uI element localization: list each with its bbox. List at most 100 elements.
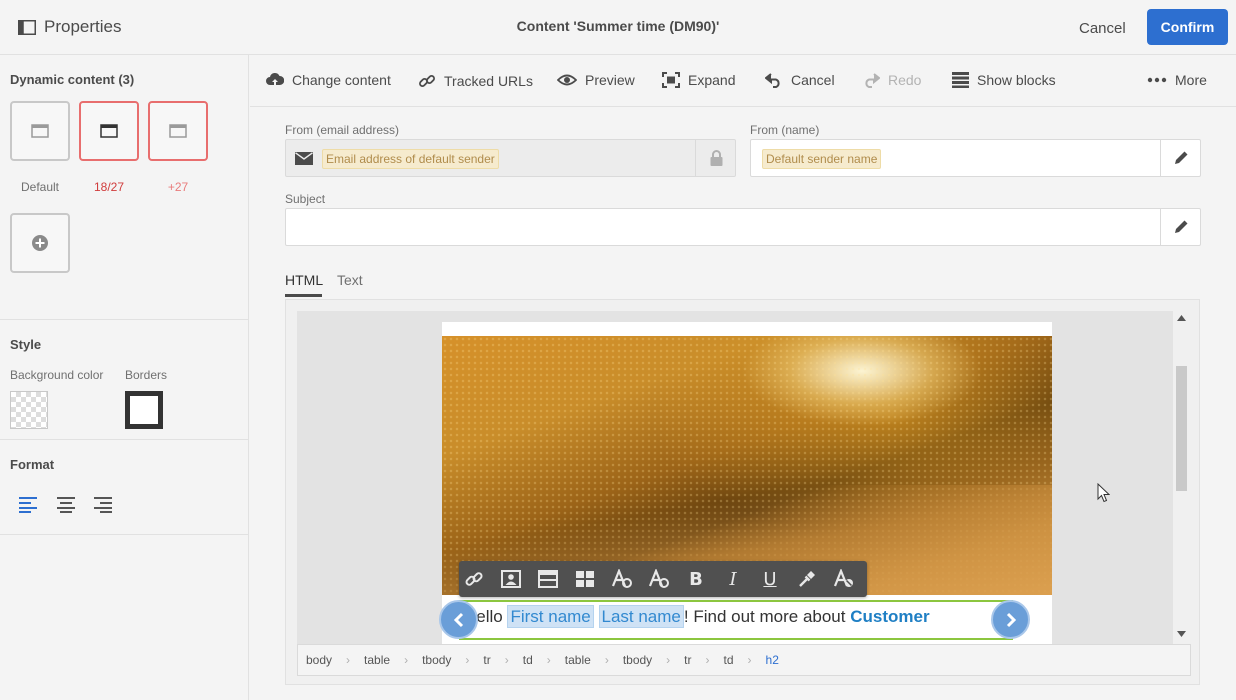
underline-icon[interactable]: U — [758, 568, 782, 590]
font-color-icon[interactable] — [610, 568, 634, 590]
breadcrumb-item[interactable]: tr — [483, 653, 490, 667]
font-style-icon[interactable] — [647, 568, 671, 590]
expand-icon — [662, 72, 680, 88]
breadcrumb-item[interactable]: tr — [684, 653, 691, 667]
variant-label: Default — [20, 180, 60, 194]
breadcrumb-separator: › — [504, 653, 509, 667]
from-email-label: From (email address) — [285, 123, 400, 137]
bold-icon[interactable]: B — [684, 568, 708, 590]
variant-default[interactable] — [10, 101, 70, 161]
properties-panel: Dynamic content (3) Default 18/27 +27 St… — [0, 55, 249, 700]
personalization-last-name[interactable]: Last name — [598, 605, 684, 628]
breadcrumb-separator: › — [346, 653, 351, 667]
eyedropper-icon[interactable] — [795, 568, 819, 590]
link-icon — [419, 75, 435, 87]
variant-2[interactable] — [148, 101, 208, 161]
breadcrumb-item[interactable]: td — [724, 653, 734, 667]
toolbar-label: More — [1175, 72, 1207, 88]
edit-subject-button[interactable] — [1161, 209, 1201, 245]
from-email-placeholder: Email address of default sender — [322, 149, 499, 169]
borders-swatch[interactable] — [125, 391, 163, 429]
add-variant-button[interactable] — [10, 213, 70, 273]
from-name-label: From (name) — [750, 123, 820, 137]
tab-text[interactable]: Text — [337, 272, 363, 288]
personalization-first-name[interactable]: First name — [507, 605, 594, 628]
pencil-icon — [1175, 220, 1188, 233]
image-icon[interactable] — [499, 568, 523, 590]
clear-format-icon[interactable] — [832, 568, 856, 590]
background-color-swatch[interactable] — [10, 391, 48, 429]
subject-field[interactable] — [285, 208, 1201, 246]
background-color-label: Background color — [10, 368, 104, 382]
tab-html[interactable]: HTML — [285, 272, 323, 288]
window-title: Content 'Summer time (DM90)' — [516, 18, 720, 34]
from-name-placeholder: Default sender name — [762, 149, 882, 169]
table-icon[interactable] — [536, 568, 560, 590]
scroll-down-icon[interactable] — [1177, 631, 1186, 637]
plus-circle-icon — [32, 235, 48, 251]
preview-button[interactable]: Preview — [557, 72, 635, 88]
undo-icon — [765, 73, 780, 88]
more-button[interactable]: More — [1147, 72, 1207, 88]
breadcrumb-item[interactable]: tbody — [422, 653, 451, 667]
show-blocks-button[interactable]: Show blocks — [952, 72, 1056, 88]
redo-icon — [865, 73, 880, 88]
align-left-icon[interactable] — [19, 495, 39, 513]
breadcrumb-item[interactable]: td — [523, 653, 533, 667]
toolbar-label: Cancel — [791, 72, 835, 88]
confirm-button[interactable]: Confirm — [1147, 9, 1228, 45]
cloud-upload-icon — [266, 72, 284, 86]
breadcrumb-item-current[interactable]: h2 — [766, 653, 779, 667]
toolbar-label: Tracked URLs — [444, 73, 533, 89]
cancel-button[interactable]: Cancel — [1079, 20, 1126, 37]
heading-text[interactable]: Hello First name Last name! Find out mor… — [464, 605, 930, 628]
grid-icon[interactable] — [573, 568, 597, 590]
borders-label: Borders — [125, 368, 168, 382]
toolbar-label: Show blocks — [977, 72, 1056, 88]
breadcrumb-item[interactable]: tbody — [623, 653, 652, 667]
from-name-field[interactable]: Default sender name — [750, 139, 1201, 177]
content-block-icon — [100, 124, 118, 138]
breadcrumb-separator: › — [705, 653, 710, 667]
dynamic-content-title: Dynamic content (3) — [10, 72, 135, 87]
breadcrumb-item[interactable]: table — [565, 653, 591, 667]
content-editor: From (email address) Email address of de… — [250, 107, 1236, 700]
redo-button[interactable]: Redo — [862, 72, 921, 88]
previous-variant-button[interactable] — [439, 600, 478, 639]
heading-block[interactable]: Hello First name Last name! Find out mor… — [459, 600, 1013, 640]
variant-1[interactable] — [79, 101, 139, 161]
scroll-up-icon[interactable] — [1177, 315, 1186, 321]
align-center-icon[interactable] — [56, 495, 76, 513]
tracked-urls-button[interactable]: Tracked URLs — [418, 72, 533, 90]
content-block-icon — [169, 124, 187, 138]
element-path-breadcrumb: body › table › tbody › tr › td › table › tbody… — [297, 644, 1191, 676]
breadcrumb-separator: › — [666, 653, 671, 667]
edit-from-name-button[interactable] — [1161, 140, 1201, 176]
next-variant-button[interactable] — [991, 600, 1030, 639]
lock-icon — [710, 150, 722, 166]
greeting-mid: ! Find out more about — [683, 607, 851, 626]
italic-icon[interactable]: I — [721, 568, 745, 590]
style-title: Style — [10, 337, 42, 352]
from-email-field[interactable]: Email address of default sender — [285, 139, 736, 177]
undo-button[interactable]: Cancel — [765, 72, 835, 88]
hero-image[interactable] — [442, 336, 1052, 595]
breadcrumb-separator: › — [404, 653, 409, 667]
toolbar-label: Change content — [292, 72, 391, 88]
preview-scrollbar[interactable] — [1174, 311, 1188, 644]
scrollbar-thumb[interactable] — [1176, 366, 1187, 491]
align-right-icon[interactable] — [93, 495, 113, 513]
change-content-button[interactable]: Change content — [266, 72, 391, 88]
chevron-right-icon — [1006, 612, 1016, 627]
divider — [0, 439, 249, 440]
format-title: Format — [10, 457, 55, 472]
link-icon[interactable] — [462, 568, 486, 590]
active-tab-indicator — [285, 294, 322, 297]
customer-link[interactable]: Customer — [850, 607, 929, 626]
breadcrumb-item[interactable]: body — [306, 653, 332, 667]
content-block-icon — [31, 124, 49, 138]
toolbar-label: Preview — [585, 72, 635, 88]
breadcrumb-item[interactable]: table — [364, 653, 390, 667]
expand-button[interactable]: Expand — [662, 72, 735, 88]
divider — [0, 534, 249, 535]
